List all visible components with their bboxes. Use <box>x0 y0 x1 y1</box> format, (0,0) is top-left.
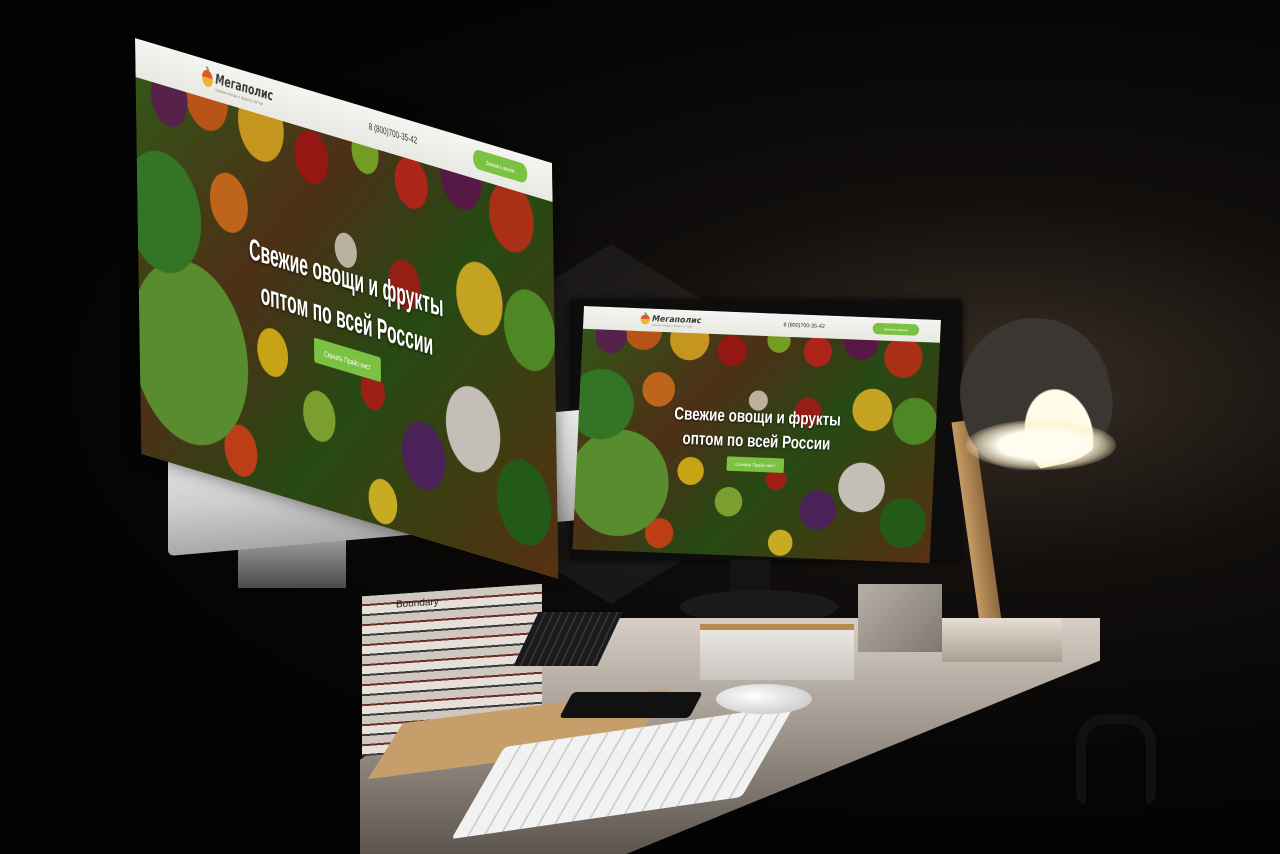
hero-title: Свежие овощи и фрукты оптом по всей Росс… <box>610 398 905 458</box>
callback-button[interactable]: Заказать звонок <box>872 322 920 336</box>
callback-button[interactable]: Заказать звонок <box>472 148 528 185</box>
download-price-button[interactable]: Скачать Прайс-лист <box>726 456 785 473</box>
site-logo[interactable]: Мегаполис свежие овощи и фрукты оптом <box>640 314 712 330</box>
magic-mouse <box>716 684 812 714</box>
apple-fruit-logo-icon <box>201 68 213 89</box>
logo-tagline: свежие овощи и фрукты оптом <box>651 323 693 329</box>
concrete-pot <box>858 584 942 652</box>
smartphone <box>559 692 703 718</box>
headphones-icon <box>1076 714 1156 804</box>
lamp-glow <box>966 420 1116 470</box>
apple-fruit-logo-icon <box>640 314 651 325</box>
lamp-base <box>942 618 1062 662</box>
phone-number[interactable]: 8 (800)700-35-42 <box>783 321 825 329</box>
monitor-screen: Мегаполис свежие овощи и фрукты оптом 8 … <box>572 306 941 564</box>
website: Мегаполис свежие овощи и фрукты оптом 8 … <box>572 306 941 564</box>
phone-number[interactable]: 8 (800)700-35-42 <box>369 121 418 147</box>
site-logo[interactable]: Мегаполис свежие овощи и фрукты оптом <box>201 67 286 114</box>
site-header: Мегаполис свежие овощи и фрукты оптом 8 … <box>135 38 553 202</box>
speaker-box <box>700 624 854 680</box>
desk-scene: Boundary  Мегаполис свежие овощи и фрук… <box>0 0 1280 854</box>
